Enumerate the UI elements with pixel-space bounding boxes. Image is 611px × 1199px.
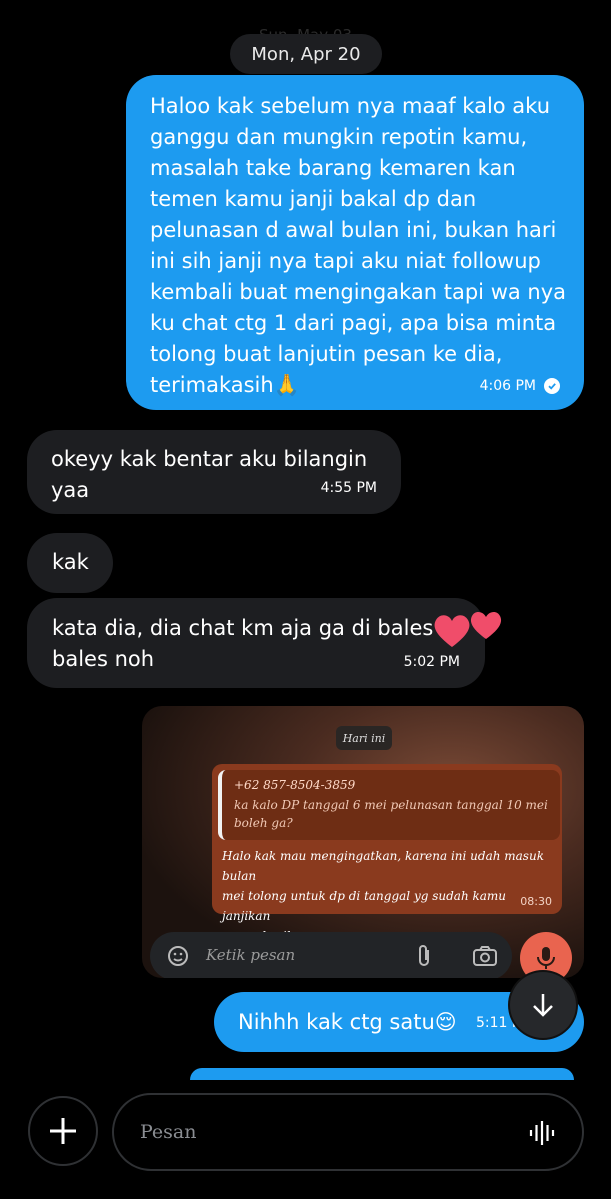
message-outgoing-1[interactable]: Haloo kak sebelum nya maaf kalo aku gang… [126,75,584,410]
plus-icon [50,1118,76,1144]
message-line: kembali buat mengingakan tapi wa nya [150,280,567,304]
message-line: ini sih janji nya tapi aku niat followup [150,249,541,273]
message-time: 5:02 PM [403,654,460,670]
date-chip-inner: Hari ini [336,726,392,750]
message-line: ganggu dan mungkin repotin kamu, [150,125,528,149]
message-input-placeholder: Pesan [140,1121,197,1143]
camera-icon [472,944,498,972]
heart-icon [434,611,502,647]
add-attachment-button[interactable] [28,1096,98,1166]
message-time: 4:06 PM [479,378,536,394]
message-line: kata dia, dia chat km aja ga di bales [52,616,434,640]
inner-input-placeholder: Ketik pesan [206,946,296,964]
date-chip: Mon, Apr 20 [230,34,382,74]
attach-icon [414,944,436,972]
message-incoming-1[interactable]: okeyy kak bentar aku bilangin yaa 4:55 P… [27,430,401,514]
image-attachment[interactable]: Hari ini +62 857-8504-3859 ka kalo DP ta… [142,706,584,978]
message-line: Haloo kak sebelum nya maaf kalo aku [150,94,551,118]
message-line: bales noh [52,647,155,671]
message-text: Nihhh kak ctg satu😌 [238,1010,457,1034]
sticker-icon [166,944,190,972]
inner-message-time: 08:30 [520,895,552,908]
message-line: masalah take barang kemaren kan [150,156,516,180]
message-incoming-2[interactable]: kak [27,533,113,593]
message-line: temen kamu janji bakal dp dan [150,187,477,211]
heart-reaction[interactable] [430,605,510,653]
message-outgoing-partial[interactable] [190,1068,574,1080]
inner-input-bar: Ketik pesan [150,932,512,978]
message-text: kak [52,550,89,574]
reply-line: Halo kak mau mengingatkan, karena ini ud… [222,849,544,883]
mic-icon [520,932,572,978]
inner-message-bubble: +62 857-8504-3859 ka kalo DP tanggal 6 m… [212,764,562,943]
message-text: okeyy kak bentar aku bilangin yaa [51,447,368,502]
quoted-line: boleh ga? [234,816,293,830]
message-line: pelunasan d awal bulan ini, bukan hari [150,218,557,242]
message-incoming-3[interactable]: kata dia, dia chat km aja ga di bales ba… [27,598,485,688]
arrow-down-icon [533,994,553,1017]
voice-wave-icon[interactable] [528,1119,556,1151]
quoted-phone: +62 857-8504-3859 [234,778,356,792]
quoted-message: +62 857-8504-3859 ka kalo DP tanggal 6 m… [218,770,560,840]
message-input[interactable]: Pesan [112,1093,584,1171]
message-time: 4:55 PM [320,480,377,496]
message-line: tolong buat lanjutin pesan ke dia, [150,342,503,366]
verified-check-icon [544,378,560,394]
quoted-line: ka kalo DP tanggal 6 mei pelunasan tangg… [234,798,548,812]
reply-line: mei tolong untuk dp di tanggal yg sudah … [222,889,507,923]
scroll-to-bottom-button[interactable] [510,972,576,1038]
message-line: ku chat ctg 1 dari pagi, apa bisa minta [150,311,557,335]
